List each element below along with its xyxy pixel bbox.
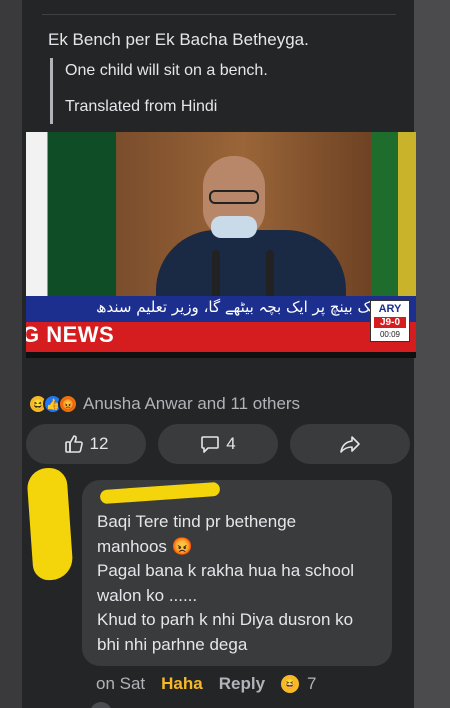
speaker-glasses: [209, 190, 259, 204]
comment-text: Baqi Tere tind pr bethenge manhoos 😡 Pag…: [97, 510, 387, 658]
reaction-names: Anusha Anwar and 11 others: [83, 394, 301, 413]
microphone: [266, 250, 274, 300]
post-text: Ek Bench per Ek Bacha Betheyga.: [48, 30, 309, 49]
comment-count: 4: [226, 434, 236, 453]
left-edge: [0, 0, 22, 708]
news-screenshot-image[interactable]: ایک بینچ پر ایک بچہ بیٹھے گا، وزیر تعلیم…: [26, 132, 416, 358]
comment-line: Baqi Tere tind pr bethenge: [97, 512, 297, 531]
logo-number: J9-0: [374, 317, 406, 328]
right-edge: [414, 0, 450, 708]
comment-button[interactable]: 4: [158, 424, 278, 464]
translated-from-link[interactable]: Translated from Hindi: [65, 98, 217, 116]
comment-reaction-summary[interactable]: 😆 7: [281, 674, 317, 694]
logo-text: ARY: [378, 303, 402, 315]
comment-bubble: Baqi Tere tind pr bethenge manhoos 😡 Pag…: [82, 480, 392, 666]
redacted-avatar[interactable]: [26, 466, 74, 582]
reaction-summary[interactable]: 😆 👍 😡 Anusha Anwar and 11 others: [28, 394, 300, 414]
comment-line: manhoos 😡: [97, 536, 193, 556]
share-icon: [340, 436, 360, 453]
comment-line: Khud to parh k nhi Diya dusron ko: [97, 610, 354, 630]
comment-meta: on Sat Haha Reply 😆 7: [96, 674, 317, 694]
pakistan-flag: [26, 132, 116, 302]
comment-line: walon ko ......: [97, 585, 198, 605]
divider: [42, 14, 396, 15]
haha-icon: 😆: [281, 675, 300, 693]
comment-icon: [201, 436, 220, 453]
microphone: [212, 250, 220, 300]
post-card: Ek Bench per Ek Bacha Betheyga. One chil…: [22, 0, 416, 708]
speaker-mask: [211, 216, 257, 238]
image-bottom-bar: [26, 352, 416, 358]
post-actions: 12 4: [26, 424, 410, 464]
translation-text: One child will sit on a bench.: [65, 62, 268, 79]
news-label: G NEWS: [26, 322, 115, 347]
like-button[interactable]: 12: [26, 424, 146, 464]
urdu-headline: ایک بینچ پر ایک بچہ بیٹھے گا، وزیر تعلیم…: [96, 298, 380, 316]
comment-line: bhi nhi parhne dega: [97, 634, 248, 654]
thumbs-up-icon: [64, 435, 83, 453]
redacted-commenter-name[interactable]: [99, 481, 221, 505]
angry-icon: 😡: [58, 394, 78, 414]
reply-button[interactable]: Reply: [219, 674, 265, 694]
channel-logo: ARY J9-0 00:09: [370, 300, 410, 342]
comment-line: Pagal bana k rakha hua ha school: [97, 561, 355, 581]
share-button[interactable]: [290, 424, 410, 464]
comment-reaction-count: 7: [307, 674, 317, 693]
translation-quote-bar: [50, 58, 53, 124]
next-comment-avatar[interactable]: [90, 702, 112, 708]
logo-time: 00:09: [379, 330, 401, 339]
sindh-flag: [371, 132, 416, 302]
comment-time[interactable]: on Sat: [96, 674, 145, 694]
like-count: 12: [89, 434, 109, 453]
haha-reaction-button[interactable]: Haha: [161, 674, 203, 694]
